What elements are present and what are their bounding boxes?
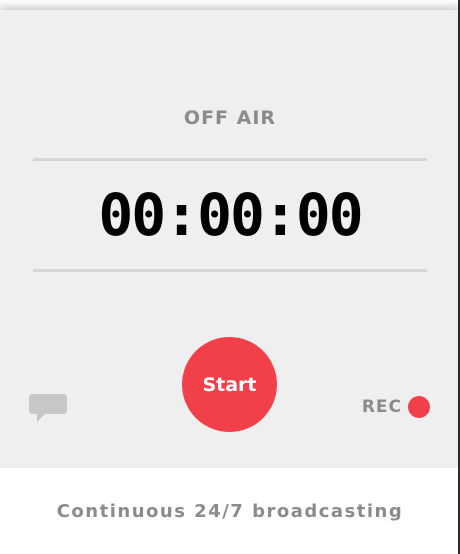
broadcast-status: OFF AIR xyxy=(183,107,277,129)
rec-label: REC xyxy=(361,397,402,417)
footer-caption: Continuous 24/7 broadcasting xyxy=(56,501,404,522)
record-dot-icon xyxy=(408,396,430,418)
chat-bubble-icon[interactable] xyxy=(27,390,69,424)
rec-indicator[interactable]: REC xyxy=(362,396,430,418)
broadcast-widget: OFF AIR 00:00:00 Start REC Continuous 24… xyxy=(0,0,460,554)
footer: Continuous 24/7 broadcasting xyxy=(0,468,460,554)
divider-top xyxy=(33,158,427,161)
start-button[interactable]: Start xyxy=(182,337,277,432)
divider-bottom xyxy=(33,269,427,272)
elapsed-timer: 00:00:00 xyxy=(98,181,363,249)
